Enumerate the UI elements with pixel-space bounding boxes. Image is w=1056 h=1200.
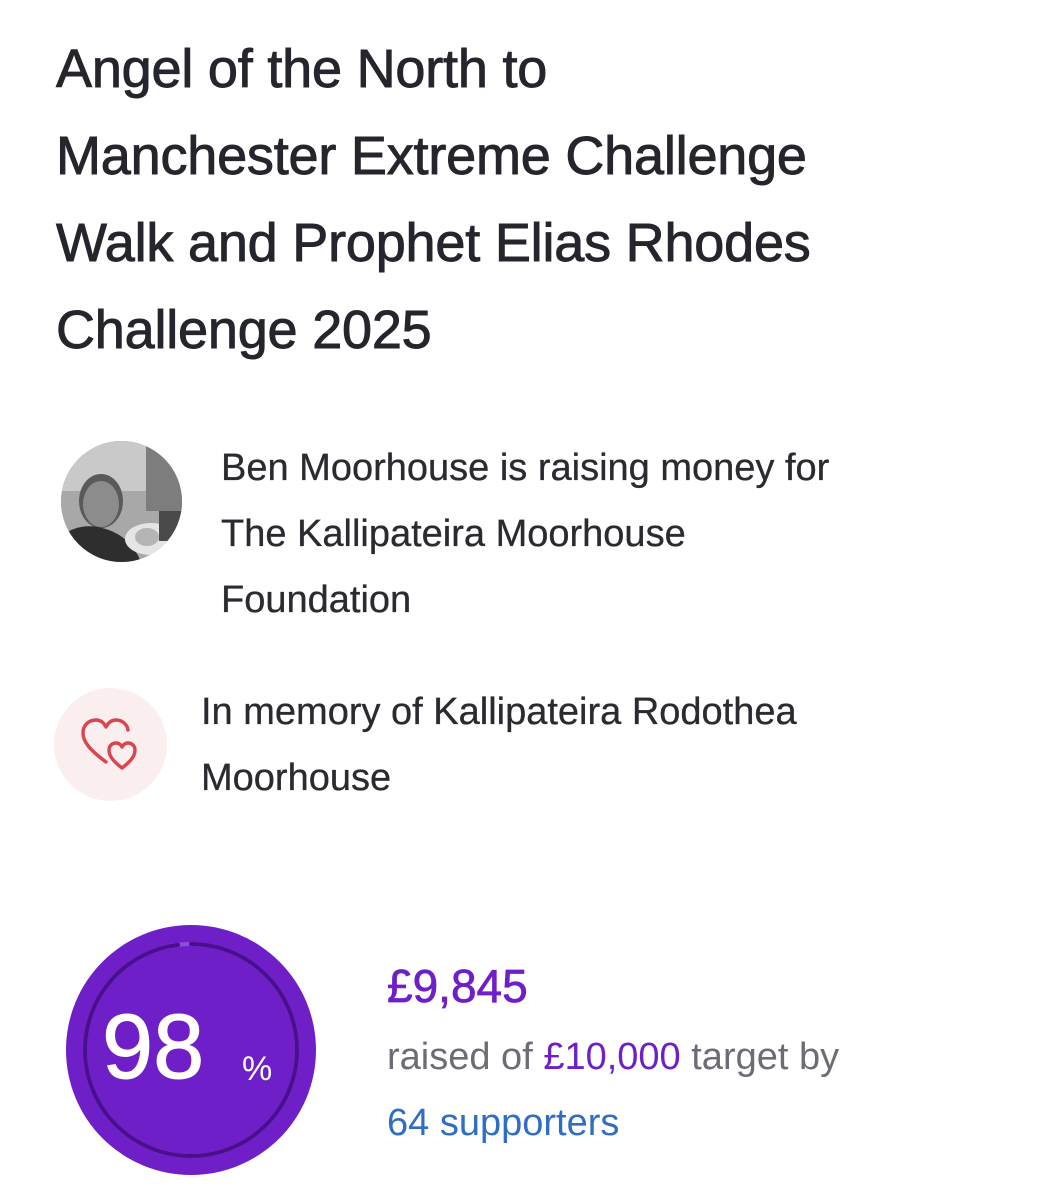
fundraiser-photo [61, 441, 182, 562]
fundraiser-text-line: Foundation [221, 579, 412, 621]
memory-text-line: In memory of Kallipateira Rodothea [201, 691, 797, 733]
target-amount: £10,000 [543, 1036, 681, 1078]
fundraiser-text-line: The Kallipateira Moorhouse [221, 513, 686, 555]
hearts-icon [54, 688, 167, 801]
page-title: Angel of the North to Manchester Extreme… [56, 26, 1016, 374]
fundraiser-description: Ben Moorhouse is raising money for The K… [221, 435, 981, 633]
page-title-line: Angel of the North to [56, 39, 548, 100]
memory-section: In memory of Kallipateira Rodothea Moorh… [54, 686, 1014, 816]
raised-prefix: raised of [387, 1036, 533, 1078]
progress-percent-sign: % [242, 1050, 273, 1088]
avatar[interactable] [61, 441, 182, 562]
page-title-line: Challenge 2025 [56, 300, 433, 361]
page-title-line: Walk and Prophet Elias Rhodes [56, 213, 812, 274]
progress-circle: 98 % [66, 925, 316, 1175]
page-title-line: Manchester Extreme Challenge [56, 126, 808, 187]
raised-target-line: raised of £10,000 target by [387, 1024, 839, 1090]
memory-description: In memory of Kallipateira Rodothea Moorh… [201, 679, 961, 811]
raised-suffix: target by [691, 1036, 840, 1078]
progress-percent: 98 [101, 996, 205, 1098]
fundraiser-text-line: Ben Moorhouse is raising money for [221, 447, 830, 489]
memory-text-line: Moorhouse [201, 757, 392, 799]
amount-raised: £9,845 [387, 960, 528, 1013]
fundraiser-section: Ben Moorhouse is raising money for The K… [58, 440, 1018, 640]
supporters-link[interactable]: 64 supporters [387, 1090, 619, 1156]
